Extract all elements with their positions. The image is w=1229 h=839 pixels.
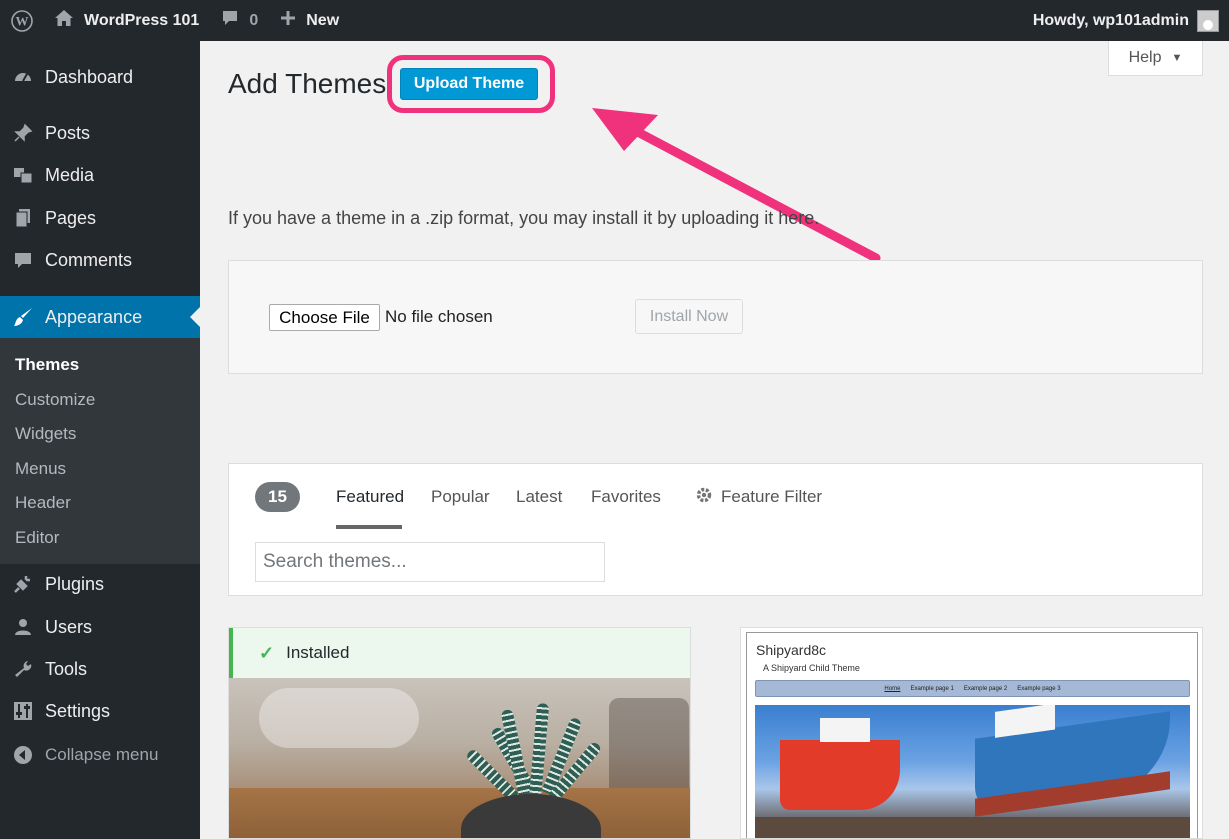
shipyard-title: Shipyard8c <box>756 642 827 658</box>
annotation-arrow <box>592 108 881 263</box>
plus-icon <box>280 10 296 31</box>
caret-down-icon: ▼ <box>1171 52 1183 64</box>
shipyard-nav: Home Example page 1 Example page 2 Examp… <box>755 680 1190 697</box>
search-themes-input[interactable] <box>255 542 605 582</box>
sidebar-label: Plugins <box>45 573 105 594</box>
shipyard-nav-item: Example page 1 <box>910 685 954 692</box>
current-arrow <box>190 307 200 327</box>
admin-sidebar: Dashboard Posts Media Pages Comments App… <box>0 41 200 839</box>
comment-bubble-icon <box>221 9 239 32</box>
upload-form: Choose File No file chosen Install Now <box>228 260 1203 374</box>
shipyard-nav-item: Home <box>884 685 901 692</box>
theme-screenshot-shipyard: Shipyard8c A Shipyard Child Theme Home E… <box>746 632 1198 838</box>
comments-link[interactable]: 0 <box>221 0 258 41</box>
checkmark-icon: ✓ <box>259 642 275 663</box>
sidebar-item-dashboard[interactable]: Dashboard <box>0 57 200 97</box>
help-label: Help <box>1128 49 1162 66</box>
submenu-item-themes[interactable]: Themes <box>15 355 79 375</box>
wrench-icon <box>0 659 45 679</box>
submenu-item-editor[interactable]: Editor <box>15 528 59 548</box>
sidebar-label: Appearance <box>45 306 143 327</box>
choose-file-button[interactable]: Choose File <box>269 304 380 331</box>
pages-icon <box>0 208 45 228</box>
page-title: Add Themes <box>228 68 387 99</box>
dashboard-icon <box>0 67 45 87</box>
avatar <box>1197 9 1219 32</box>
collapse-menu-button[interactable]: Collapse menu <box>0 735 200 775</box>
sidebar-label: Pages <box>45 207 97 228</box>
tab-featured[interactable]: Featured <box>336 487 404 507</box>
tab-popular[interactable]: Popular <box>431 487 490 507</box>
sidebar-label: Posts <box>45 122 91 143</box>
comment-icon <box>0 250 45 270</box>
sidebar-label: Media <box>45 164 95 185</box>
plug-icon <box>0 574 45 594</box>
feature-filter-button[interactable]: Feature Filter <box>721 487 822 507</box>
theme-card-shipyard[interactable]: Shipyard8c A Shipyard Child Theme Home E… <box>740 627 1203 839</box>
theme-card-installed[interactable]: ✓ Installed <box>228 627 691 839</box>
tab-favorites[interactable]: Favorites <box>591 487 661 507</box>
submenu-item-widgets[interactable]: Widgets <box>15 424 76 444</box>
sidebar-item-users[interactable]: Users <box>0 607 200 647</box>
sidebar-item-plugins[interactable]: Plugins <box>0 564 200 604</box>
new-content-link[interactable]: New <box>280 0 339 41</box>
installed-notice: ✓ Installed <box>229 628 690 678</box>
sidebar-label: Tools <box>45 658 88 679</box>
media-icon <box>0 165 45 185</box>
active-tab-indicator <box>336 525 402 529</box>
shipyard-nav-item: Example page 2 <box>963 685 1008 692</box>
collapse-arrow-icon <box>0 745 45 765</box>
theme-count-badge: 15 <box>255 482 300 512</box>
file-status-text: No file chosen <box>385 307 493 326</box>
settings-sliders-icon <box>0 701 45 721</box>
installed-label: Installed <box>286 643 350 662</box>
shipyard-boats-image <box>755 705 1190 838</box>
sidebar-item-appearance[interactable]: Appearance <box>0 296 200 338</box>
sidebar-item-media[interactable]: Media <box>0 155 200 195</box>
greeting: Howdy, wp101admin <box>1032 11 1189 29</box>
upload-theme-button[interactable]: Upload Theme <box>400 68 538 100</box>
gear-icon[interactable] <box>695 486 713 509</box>
site-name: WordPress 101 <box>84 11 200 29</box>
pin-icon <box>0 123 45 143</box>
shipyard-tagline: A Shipyard Child Theme <box>763 663 860 673</box>
help-tab-button[interactable]: Help ▼ <box>1108 41 1203 76</box>
sidebar-label: Comments <box>45 249 133 270</box>
svg-text:W: W <box>16 13 29 28</box>
tab-latest[interactable]: Latest <box>516 487 562 507</box>
sidebar-item-pages[interactable]: Pages <box>0 198 200 238</box>
user-icon <box>0 617 45 637</box>
paintbrush-icon <box>0 306 45 328</box>
submenu-item-menus[interactable]: Menus <box>15 459 66 479</box>
home-icon <box>54 9 74 32</box>
sidebar-label: Settings <box>45 700 111 721</box>
sidebar-label: Users <box>45 616 93 637</box>
theme-screenshot-plant <box>229 678 690 838</box>
wordpress-logo-icon[interactable]: W <box>0 0 44 41</box>
collapse-label: Collapse menu <box>45 745 159 764</box>
submenu-item-header[interactable]: Header <box>15 493 71 513</box>
sidebar-label: Dashboard <box>45 66 134 87</box>
sidebar-item-settings[interactable]: Settings <box>0 691 200 731</box>
upload-instructions: If you have a theme in a .zip format, yo… <box>228 208 820 228</box>
shipyard-nav-item: Example page 3 <box>1017 685 1061 692</box>
sidebar-item-tools[interactable]: Tools <box>0 649 200 689</box>
sidebar-item-comments[interactable]: Comments <box>0 240 200 280</box>
comments-count: 0 <box>249 11 259 29</box>
install-now-button[interactable]: Install Now <box>635 299 743 334</box>
appearance-submenu: Themes Customize Widgets Menus Header Ed… <box>0 338 200 564</box>
theme-filter-bar: 15 Featured Popular Latest Favorites Fea… <box>228 463 1203 596</box>
submenu-item-customize[interactable]: Customize <box>15 390 95 410</box>
site-name-link[interactable]: WordPress 101 <box>54 0 199 41</box>
account-menu[interactable]: Howdy, wp101admin <box>1033 0 1219 41</box>
new-label: New <box>306 11 340 29</box>
admin-bar: W WordPress 101 0 New Howdy, wp101admin <box>0 0 1229 41</box>
sidebar-item-posts[interactable]: Posts <box>0 113 200 153</box>
